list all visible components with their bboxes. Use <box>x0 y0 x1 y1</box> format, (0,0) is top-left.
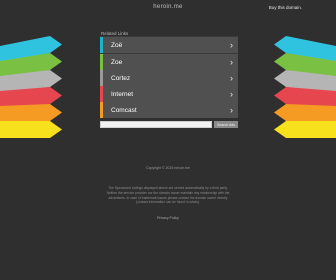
chevron-right-icon: › <box>230 73 233 83</box>
arrow-band-right <box>274 104 336 123</box>
privacy-policy-link[interactable]: Privacy Policy <box>0 216 336 220</box>
search-input[interactable] <box>100 121 212 128</box>
related-link-cortez[interactable]: Cortez › <box>100 70 238 86</box>
search-button[interactable]: Search Ads <box>214 121 238 128</box>
arrow-band-left <box>0 104 62 123</box>
link-label: Cortez <box>111 74 131 82</box>
related-link-zoe-accent[interactable]: Zoë › <box>100 37 238 53</box>
left-arrows <box>0 36 62 138</box>
related-link-comcast[interactable]: Comcast › <box>100 102 238 118</box>
chevron-right-icon: › <box>230 105 233 115</box>
copyright-text: Copyright © 2024 heroin.me <box>146 166 190 170</box>
link-label: Comcast <box>111 106 137 114</box>
related-link-zoe[interactable]: Zoe › <box>100 54 238 70</box>
arrow-band-right <box>274 121 336 138</box>
search-bar: Search Ads <box>100 121 238 128</box>
chevron-right-icon: › <box>230 89 233 99</box>
chevron-right-icon: › <box>230 40 233 50</box>
right-arrows <box>274 36 336 138</box>
related-link-internet[interactable]: Internet › <box>100 86 238 102</box>
link-label: Internet <box>111 90 134 98</box>
arrow-band-left <box>0 121 62 138</box>
link-label: Zoe <box>111 58 123 66</box>
chevron-right-icon: › <box>230 57 233 67</box>
related-links-panel: Zoë › Zoe › Cortez › Internet › Comcast … <box>100 36 238 118</box>
link-label: Zoë <box>111 41 123 49</box>
disclaimer-text: The Sponsored Listings displayed above a… <box>106 186 230 205</box>
